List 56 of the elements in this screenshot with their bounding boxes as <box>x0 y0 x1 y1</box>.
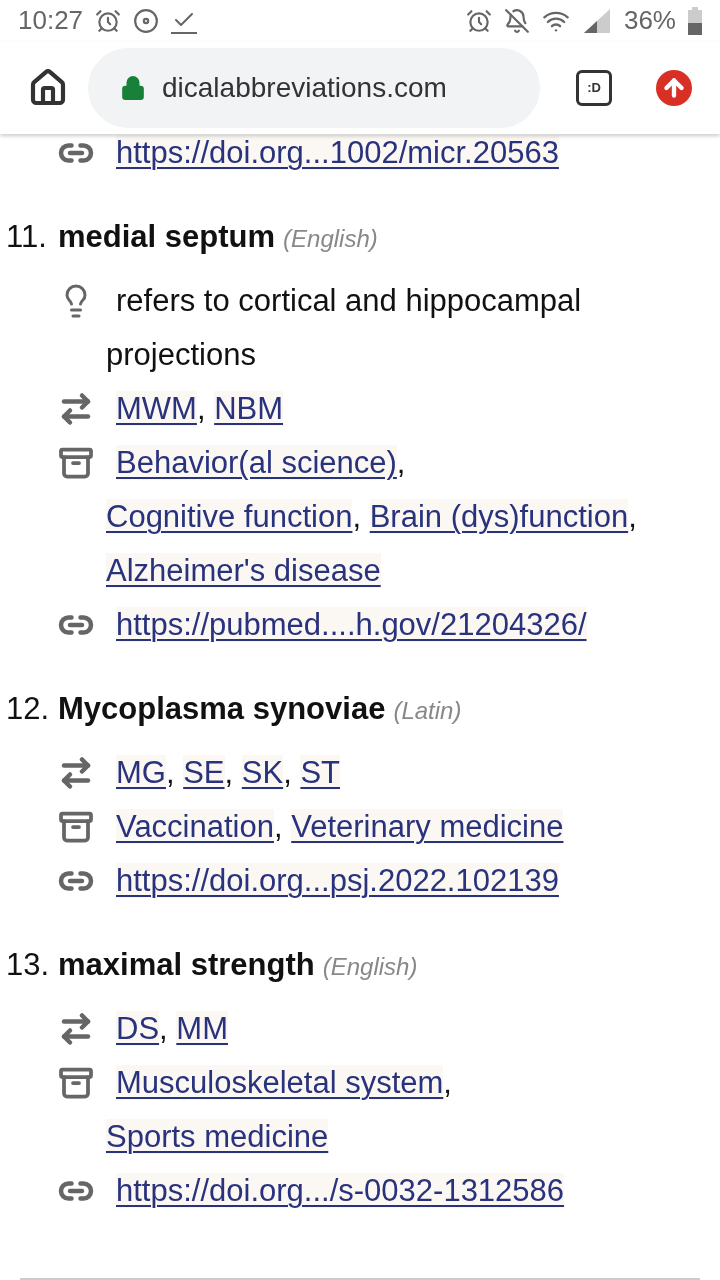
entry-term: Mycoplasma synoviae <box>58 690 386 728</box>
link[interactable]: DS <box>116 1011 160 1046</box>
comma: , <box>352 499 363 534</box>
tab-switcher-button[interactable]: :D <box>576 69 612 106</box>
entry-language: (Latin) <box>393 696 462 726</box>
bell-off-icon <box>503 7 530 34</box>
link[interactable]: https://pubmed....h.gov/21204326/ <box>116 607 587 642</box>
entry-language: (English) <box>283 224 378 254</box>
link[interactable]: Brain (dys)function <box>369 499 629 534</box>
comma: , <box>224 755 235 790</box>
link[interactable]: Vaccination <box>116 809 274 844</box>
entry-language: (English) <box>322 952 418 982</box>
link[interactable]: ST <box>300 755 341 790</box>
link[interactable]: https://doi.org.../s-0032-1312586 <box>116 1173 565 1208</box>
entry-note: refers to cortical and hippocampal projections <box>106 283 582 372</box>
comma: , <box>443 1065 452 1100</box>
entry-number: 11. <box>6 218 48 256</box>
lock-icon <box>120 74 146 101</box>
link[interactable]: Cognitive function <box>106 499 353 534</box>
alarm-icon <box>465 7 492 34</box>
link[interactable]: Behavior(al science) <box>116 445 397 480</box>
alarm-icon <box>95 7 122 34</box>
archive-icon <box>58 445 94 481</box>
link[interactable]: Veterinary medicine <box>291 809 564 844</box>
link[interactable]: MG <box>116 755 166 790</box>
entry-number: 12. <box>6 690 51 728</box>
battery-icon <box>688 6 702 35</box>
link[interactable]: SE <box>183 755 225 790</box>
link[interactable]: MM <box>176 1011 228 1046</box>
comma: , <box>273 809 284 844</box>
comma: , <box>159 1011 169 1046</box>
link[interactable]: https://doi.org...psj.2022.102139 <box>116 863 559 898</box>
url-text: dicalabbreviations.com <box>162 70 447 105</box>
comma: , <box>283 755 293 790</box>
disc-icon <box>133 7 160 34</box>
archive-icon <box>58 809 94 845</box>
comma: , <box>396 445 406 480</box>
upload-icon[interactable] <box>656 69 692 106</box>
link[interactable]: https://doi.org...1002/micr.20563 <box>116 135 559 170</box>
link[interactable]: Musculoskeletal system <box>116 1065 444 1100</box>
link[interactable]: SK <box>241 755 284 790</box>
entry-term: maximal strength <box>58 946 315 984</box>
battery-percent: 36% <box>623 4 676 38</box>
comma: , <box>628 499 637 534</box>
archive-icon <box>58 1065 94 1101</box>
link[interactable]: MWM <box>116 391 197 426</box>
comma: , <box>165 755 176 790</box>
link[interactable]: Sports medicine <box>106 1119 329 1154</box>
comma: , <box>196 391 207 426</box>
entry-term: medial septum <box>58 218 276 256</box>
clock-time: 10:27 <box>18 4 84 38</box>
home-icon[interactable] <box>28 67 68 108</box>
link[interactable]: NBM <box>214 391 284 426</box>
address-bar[interactable]: dicalabbreviations.com <box>88 47 540 128</box>
entry-number: 13. <box>6 946 51 984</box>
link[interactable]: Alzheimer's disease <box>106 553 381 588</box>
